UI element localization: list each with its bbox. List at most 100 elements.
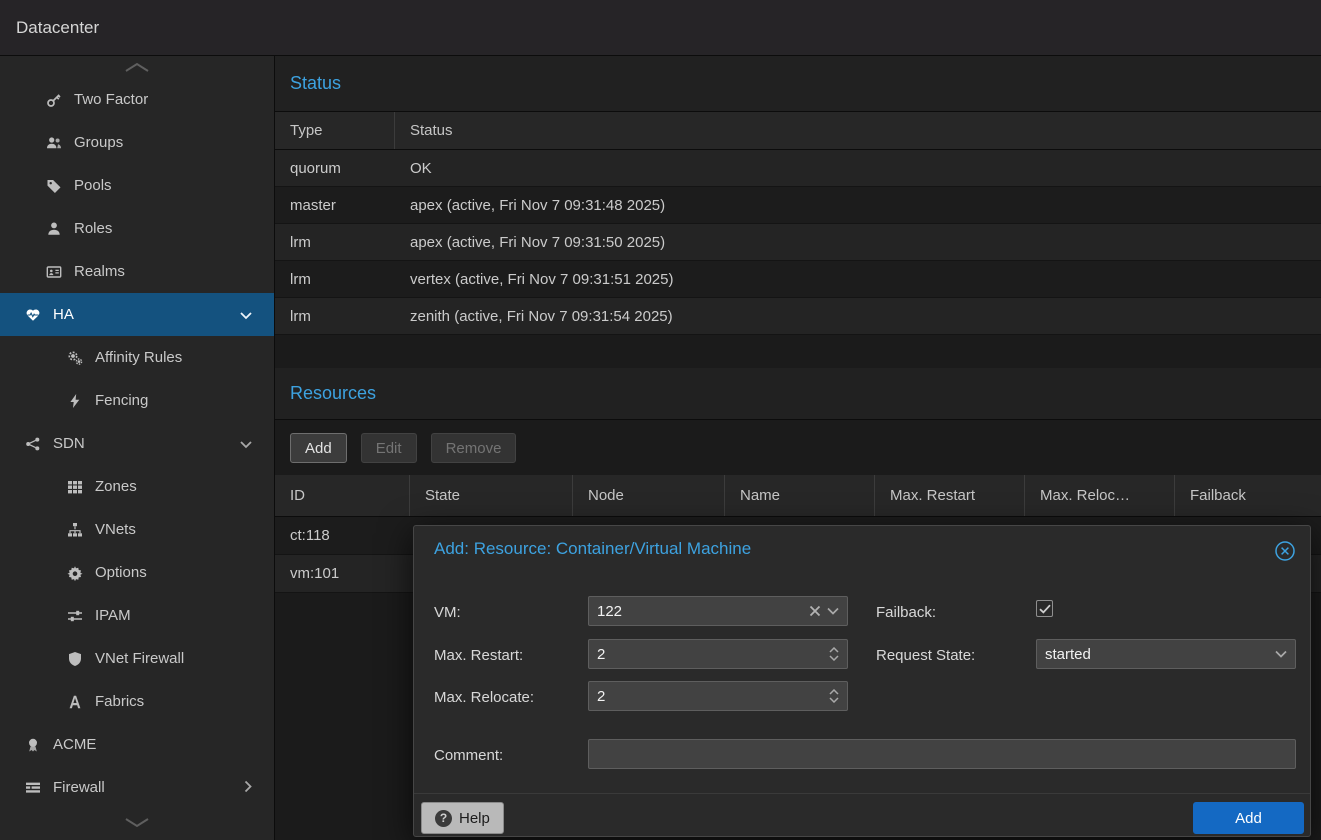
table-row[interactable]: lrm zenith (active, Fri Nov 7 09:31:54 2… bbox=[275, 298, 1321, 335]
network-icon bbox=[24, 436, 42, 452]
sidebar-item-two-factor[interactable]: Two Factor bbox=[0, 78, 274, 121]
add-resource-dialog: Add: Resource: Container/Virtual Machine… bbox=[413, 525, 1311, 837]
resources-toolbar: Add Edit Remove bbox=[275, 420, 1321, 475]
sidebar-item-options[interactable]: Options bbox=[0, 551, 274, 594]
status-table-header: Type Status bbox=[275, 112, 1321, 150]
comment-input[interactable] bbox=[597, 746, 1287, 763]
chevron-down-icon[interactable] bbox=[240, 306, 252, 323]
spinner-icons[interactable] bbox=[829, 647, 839, 661]
max-relocate-stepper[interactable] bbox=[588, 681, 848, 711]
request-state-label: Request State: bbox=[876, 647, 975, 664]
cell-type: master bbox=[275, 197, 395, 214]
sidebar-item-realms[interactable]: Realms bbox=[0, 250, 274, 293]
sidebar-item-vnets[interactable]: VNets bbox=[0, 508, 274, 551]
sidebar-item-groups[interactable]: Groups bbox=[0, 121, 274, 164]
users-icon bbox=[45, 135, 63, 151]
sidebar: Two Factor Groups Pools Roles Realms bbox=[0, 56, 275, 840]
dialog-add-button[interactable]: Add bbox=[1193, 802, 1304, 834]
column-header-node[interactable]: Node bbox=[573, 475, 725, 516]
vm-label: VM: bbox=[434, 604, 461, 621]
cell-status: vertex (active, Fri Nov 7 09:31:51 2025) bbox=[395, 271, 673, 288]
comment-field[interactable] bbox=[588, 739, 1296, 769]
sidebar-item-zones[interactable]: Zones bbox=[0, 465, 274, 508]
sidebar-item-label: Realms bbox=[74, 263, 125, 280]
chevron-right-icon[interactable] bbox=[244, 779, 252, 796]
sidebar-item-label: IPAM bbox=[95, 607, 131, 624]
max-relocate-input[interactable] bbox=[597, 688, 823, 705]
gear-icon bbox=[66, 565, 84, 581]
chevron-down-icon[interactable] bbox=[827, 607, 839, 615]
cell-id: vm:101 bbox=[275, 565, 410, 582]
failback-checkbox[interactable] bbox=[1036, 600, 1053, 617]
dialog-title: Add: Resource: Container/Virtual Machine bbox=[434, 539, 751, 559]
sidebar-item-pools[interactable]: Pools bbox=[0, 164, 274, 207]
sidebar-item-fabrics[interactable]: Fabrics bbox=[0, 680, 274, 723]
sitemap-icon bbox=[66, 522, 84, 538]
sidebar-item-ha[interactable]: HA bbox=[0, 293, 274, 336]
request-state-value[interactable] bbox=[1045, 646, 1269, 663]
sidebar-item-affinity-rules[interactable]: Affinity Rules bbox=[0, 336, 274, 379]
column-header-max-relocate[interactable]: Max. Reloc… bbox=[1025, 475, 1175, 516]
status-panel-title: Status bbox=[275, 56, 1321, 112]
sidebar-item-label: SDN bbox=[53, 435, 85, 452]
cell-status: apex (active, Fri Nov 7 09:31:50 2025) bbox=[395, 234, 665, 251]
remove-button[interactable]: Remove bbox=[431, 433, 517, 463]
sidebar-item-acme[interactable]: ACME bbox=[0, 723, 274, 766]
bolt-icon bbox=[66, 393, 84, 409]
column-header-status[interactable]: Status bbox=[395, 112, 1321, 149]
help-button[interactable]: ? Help bbox=[421, 802, 504, 834]
max-restart-stepper[interactable] bbox=[588, 639, 848, 669]
close-icon[interactable] bbox=[1273, 539, 1297, 563]
spinner-icons[interactable] bbox=[829, 689, 839, 703]
certificate-icon bbox=[24, 737, 42, 753]
sidebar-item-label: ACME bbox=[53, 736, 96, 753]
add-button[interactable]: Add bbox=[290, 433, 347, 463]
table-row[interactable]: master apex (active, Fri Nov 7 09:31:48 … bbox=[275, 187, 1321, 224]
column-header-type[interactable]: Type bbox=[275, 112, 395, 149]
firewall-icon bbox=[24, 780, 42, 796]
column-header-max-restart[interactable]: Max. Restart bbox=[875, 475, 1025, 516]
sidebar-item-label: Zones bbox=[95, 478, 137, 495]
column-header-failback[interactable]: Failback bbox=[1175, 475, 1321, 516]
sidebar-item-fencing[interactable]: Fencing bbox=[0, 379, 274, 422]
app-window: Datacenter Two Factor Groups Pools bbox=[0, 0, 1321, 840]
sidebar-item-label: HA bbox=[53, 306, 74, 323]
sidebar-item-label: Options bbox=[95, 564, 147, 581]
vm-combobox[interactable] bbox=[588, 596, 848, 626]
resources-panel-title: Resources bbox=[275, 368, 1321, 420]
edit-button[interactable]: Edit bbox=[361, 433, 417, 463]
request-state-select[interactable] bbox=[1036, 639, 1296, 669]
table-row[interactable]: lrm vertex (active, Fri Nov 7 09:31:51 2… bbox=[275, 261, 1321, 298]
sidebar-item-label: Roles bbox=[74, 220, 112, 237]
sidebar-item-label: VNets bbox=[95, 521, 136, 538]
cell-type: lrm bbox=[275, 308, 395, 325]
table-row[interactable]: quorum OK bbox=[275, 150, 1321, 187]
cell-status: apex (active, Fri Nov 7 09:31:48 2025) bbox=[395, 197, 665, 214]
sidebar-item-label: Groups bbox=[74, 134, 123, 151]
chevron-down-icon[interactable] bbox=[240, 435, 252, 452]
max-restart-input[interactable] bbox=[597, 646, 823, 663]
table-row[interactable]: lrm apex (active, Fri Nov 7 09:31:50 202… bbox=[275, 224, 1321, 261]
scroll-up-indicator[interactable] bbox=[0, 56, 274, 78]
cell-type: lrm bbox=[275, 234, 395, 251]
failback-label: Failback: bbox=[876, 604, 936, 621]
max-relocate-label: Max. Relocate: bbox=[434, 689, 534, 706]
resources-table-header: ID State Node Name Max. Restart Max. Rel… bbox=[275, 475, 1321, 517]
column-header-name[interactable]: Name bbox=[725, 475, 875, 516]
sidebar-item-vnet-firewall[interactable]: VNet Firewall bbox=[0, 637, 274, 680]
sidebar-item-roles[interactable]: Roles bbox=[0, 207, 274, 250]
sidebar-item-ipam[interactable]: IPAM bbox=[0, 594, 274, 637]
chevron-down-icon[interactable] bbox=[1275, 650, 1287, 658]
status-panel: Status Type Status quorum OK master apex… bbox=[275, 56, 1321, 335]
scroll-down-indicator[interactable] bbox=[0, 806, 274, 840]
check-icon bbox=[1039, 604, 1051, 614]
sidebar-item-label: Fencing bbox=[95, 392, 148, 409]
column-header-id[interactable]: ID bbox=[275, 475, 410, 516]
sidebar-item-sdn[interactable]: SDN bbox=[0, 422, 274, 465]
vm-input[interactable] bbox=[597, 603, 803, 620]
sidebar-item-firewall[interactable]: Firewall bbox=[0, 766, 274, 809]
column-header-state[interactable]: State bbox=[410, 475, 573, 516]
cell-status: zenith (active, Fri Nov 7 09:31:54 2025) bbox=[395, 308, 673, 325]
fabrics-icon bbox=[66, 694, 84, 710]
clear-icon[interactable] bbox=[809, 605, 821, 617]
